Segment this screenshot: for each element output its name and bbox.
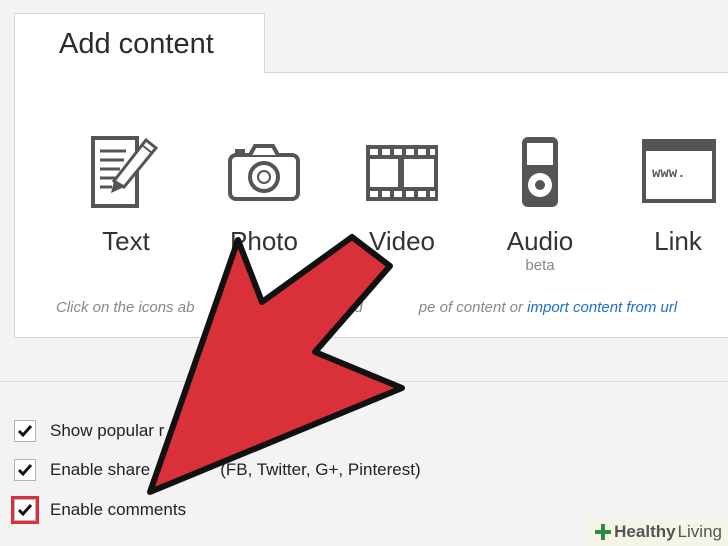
content-hint: Click on the icons ab d pe of content or i… [56, 299, 678, 316]
checkmark-icon [17, 425, 33, 438]
add-content-title: Add content [59, 28, 214, 60]
show-popular-checkbox[interactable] [14, 420, 36, 442]
camera-icon [228, 144, 300, 201]
enable-comments-label: Enable comments [50, 500, 187, 519]
beta-label: beta [525, 257, 555, 274]
content-type-label: Text [102, 226, 150, 256]
option-enable-comments[interactable]: Enable comments [11, 496, 187, 524]
audio-player-icon [522, 137, 558, 207]
content-type-link[interactable]: www. Link [613, 135, 728, 257]
content-type-video[interactable]: Video [337, 135, 467, 257]
option-show-popular[interactable]: Show popular r) [14, 418, 274, 444]
content-type-photo[interactable]: Photo [199, 135, 329, 257]
option-enable-share[interactable]: Enable share (FB, Twitter, G+, Pinterest) [14, 457, 421, 483]
enable-share-label: Enable share [50, 460, 151, 479]
content-type-label: Video [368, 226, 436, 256]
enable-comments-checkbox[interactable] [11, 496, 39, 524]
content-type-audio[interactable]: Audio beta [475, 135, 605, 274]
content-type-label: Link [654, 226, 702, 256]
add-content-tab[interactable]: Add content [14, 13, 265, 73]
content-type-label: Photo [230, 226, 298, 256]
checkmark-icon [17, 464, 33, 477]
plus-leaf-icon [595, 524, 612, 540]
text-document-icon [91, 136, 159, 208]
content-type-label: Audio [506, 226, 574, 256]
section-divider [0, 381, 728, 382]
content-type-text[interactable]: Text [61, 135, 191, 257]
browser-window-icon: www. [642, 139, 716, 203]
enable-share-checkbox[interactable] [14, 459, 36, 481]
healthy-living-watermark: Healthy Living [586, 518, 728, 546]
film-strip-icon [366, 145, 438, 201]
checkmark-icon [17, 504, 33, 517]
content-type-panel: Text Photo Video Audio beta www. Link Cl… [14, 72, 728, 338]
import-url-link[interactable]: import content from url [527, 299, 677, 316]
www-text: www. [652, 166, 686, 182]
show-popular-label: Show popular r [50, 421, 165, 440]
